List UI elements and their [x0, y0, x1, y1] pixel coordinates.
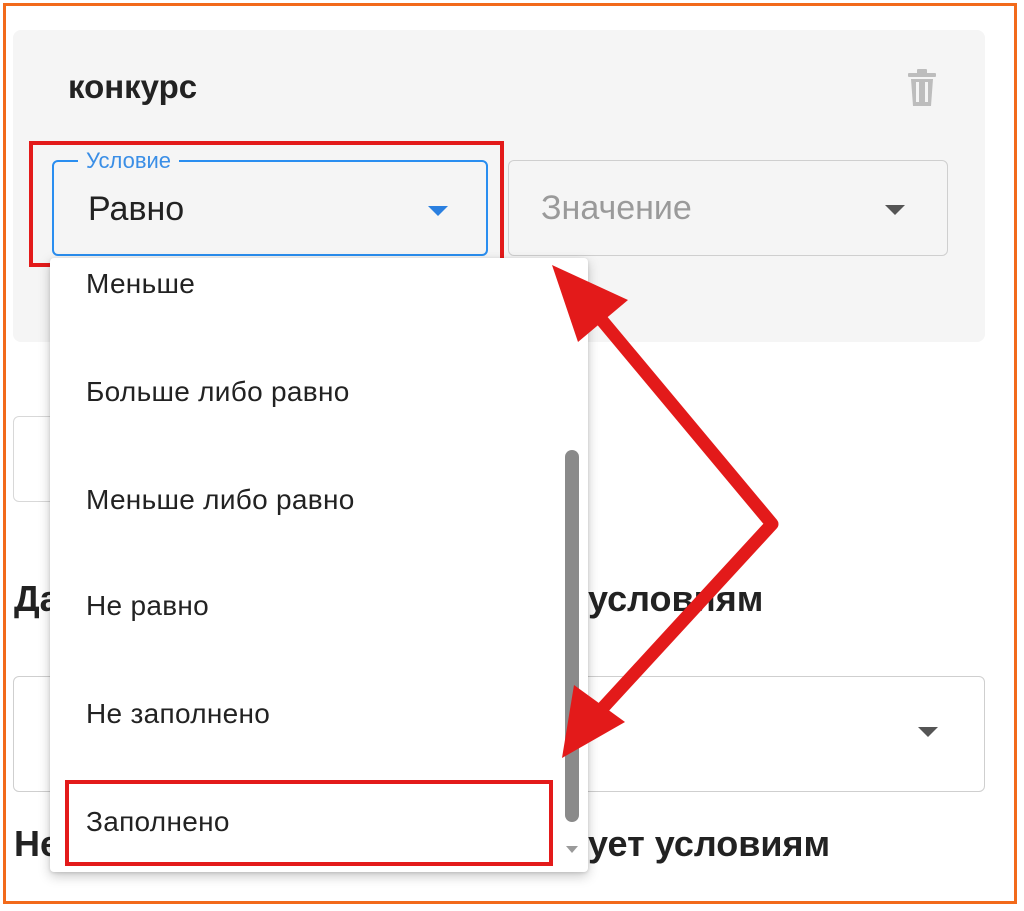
dropdown-option[interactable]: Меньше либо равно — [50, 446, 560, 554]
annotation-option-box — [65, 780, 553, 866]
trash-icon[interactable] — [906, 68, 938, 108]
dropdown-option[interactable]: Не равно — [50, 552, 560, 660]
value-placeholder: Значение — [541, 189, 692, 227]
scroll-down-icon[interactable] — [566, 846, 578, 853]
scrollbar-thumb[interactable] — [565, 450, 579, 822]
card-title: конкурс — [68, 68, 198, 105]
dropdown-option[interactable]: Не заполнено — [50, 660, 560, 768]
value-select[interactable]: Значение — [508, 160, 948, 256]
dropdown-option[interactable]: Больше либо равно — [50, 338, 560, 446]
caret-down-icon[interactable] — [918, 727, 938, 737]
section-heading-end: условиям — [588, 578, 764, 619]
section-heading-2-end: ует условиям — [588, 823, 831, 864]
annotation-condition-box — [29, 141, 504, 267]
dropdown-option[interactable]: Меньше — [50, 258, 560, 338]
caret-down-icon[interactable] — [885, 205, 905, 215]
